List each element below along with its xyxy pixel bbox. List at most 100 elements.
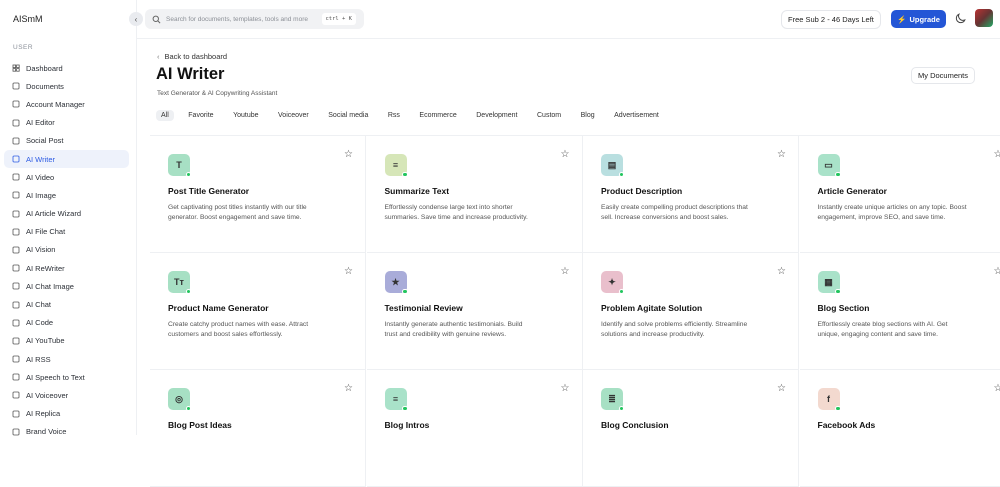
sidebar-item-label: AI Writer bbox=[26, 155, 55, 164]
template-card[interactable]: f☆Facebook Ads bbox=[800, 370, 1000, 487]
template-card[interactable]: ✦☆Problem Agitate SolutionIdentify and s… bbox=[583, 253, 799, 370]
avatar[interactable] bbox=[975, 9, 993, 27]
filter-tab-custom[interactable]: Custom bbox=[532, 110, 566, 121]
sidebar-item-ai-code[interactable]: AI Code bbox=[4, 314, 129, 332]
template-card[interactable]: T☆Post Title GeneratorGet captivating po… bbox=[150, 136, 366, 253]
search-shortcut: ctrl + K bbox=[322, 13, 357, 25]
sidebar-item-label: Social Post bbox=[26, 136, 64, 145]
sidebar-item-ai-replica[interactable]: AI Replica bbox=[4, 405, 129, 423]
template-card[interactable]: ▤☆Product DescriptionEasily create compe… bbox=[583, 136, 799, 253]
filter-tab-advertisement[interactable]: Advertisement bbox=[609, 110, 664, 121]
filter-tab-blog[interactable]: Blog bbox=[576, 110, 600, 121]
sidebar-item-label: AI Code bbox=[26, 318, 53, 327]
sidebar-item-label: AI Voiceover bbox=[26, 391, 68, 400]
card-title: Blog Intros bbox=[385, 420, 430, 430]
template-card[interactable]: ◎☆Blog Post Ideas bbox=[150, 370, 366, 487]
search-bar[interactable]: Search for documents, templates, tools a… bbox=[145, 9, 364, 29]
favorite-star-icon[interactable]: ☆ bbox=[777, 266, 786, 277]
template-card[interactable]: ≣☆Blog Conclusion bbox=[583, 370, 799, 487]
youtube-icon bbox=[12, 337, 20, 345]
sidebar-item-ai-speech-to-text[interactable]: AI Speech to Text bbox=[4, 368, 129, 386]
favorite-star-icon[interactable]: ☆ bbox=[994, 266, 1000, 277]
favorite-star-icon[interactable]: ☆ bbox=[344, 149, 353, 160]
card-title: Blog Post Ideas bbox=[168, 420, 232, 430]
template-card[interactable]: ▭☆Article GeneratorInstantly create uniq… bbox=[800, 136, 1000, 253]
vision-icon bbox=[12, 246, 20, 254]
file-icon: ▤ bbox=[601, 154, 623, 176]
layout-icon: ▦ bbox=[818, 271, 840, 293]
replica-icon bbox=[12, 410, 20, 418]
filter-tab-voiceover[interactable]: Voiceover bbox=[273, 110, 314, 121]
app-logo[interactable]: AISmM bbox=[13, 14, 43, 24]
status-dot bbox=[835, 406, 841, 412]
sidebar-item-account-manager[interactable]: Account Manager bbox=[4, 95, 129, 113]
sidebar-item-ai-voiceover[interactable]: AI Voiceover bbox=[4, 386, 129, 404]
search-input[interactable]: Search for documents, templates, tools a… bbox=[166, 16, 308, 23]
sidebar-item-ai-youtube[interactable]: AI YouTube bbox=[4, 332, 129, 350]
sidebar-item-ai-chat-image[interactable]: AI Chat Image bbox=[4, 277, 129, 295]
sidebar-item-ai-vision[interactable]: AI Vision bbox=[4, 241, 129, 259]
sidebar-item-ai-chat[interactable]: AI Chat bbox=[4, 295, 129, 313]
favorite-star-icon[interactable]: ☆ bbox=[561, 383, 570, 394]
filter-tab-development[interactable]: Development bbox=[471, 110, 522, 121]
back-to-dashboard-link[interactable]: ‹Back to dashboard bbox=[157, 52, 227, 61]
sidebar-section-label: USER bbox=[13, 44, 33, 51]
search-icon bbox=[152, 15, 161, 24]
sidebar-item-ai-file-chat[interactable]: AI File Chat bbox=[4, 223, 129, 241]
filter-tab-all[interactable]: All bbox=[156, 110, 174, 121]
template-grid: T☆Post Title GeneratorGet captivating po… bbox=[150, 135, 1000, 435]
sidebar-item-ai-video[interactable]: AI Video bbox=[4, 168, 129, 186]
filter-tab-social-media[interactable]: Social media bbox=[323, 110, 373, 121]
card-title: Article Generator bbox=[818, 186, 887, 196]
star-icon: ★ bbox=[385, 271, 407, 293]
template-card[interactable]: ▦☆Blog SectionEffortlessly create blog s… bbox=[800, 253, 1000, 370]
image-icon bbox=[12, 191, 20, 199]
favorite-star-icon[interactable]: ☆ bbox=[561, 266, 570, 277]
card-icon-glyph: ≡ bbox=[393, 394, 398, 404]
template-card[interactable]: ≡ ☆ Blog Intros bbox=[367, 370, 583, 487]
sidebar-item-documents[interactable]: Documents bbox=[4, 77, 129, 95]
moon-icon[interactable] bbox=[955, 12, 967, 24]
sidebar-item-ai-rewriter[interactable]: AI ReWriter bbox=[4, 259, 129, 277]
favorite-star-icon[interactable]: ☆ bbox=[561, 149, 570, 160]
sidebar-item-ai-editor[interactable]: AI Editor bbox=[4, 114, 129, 132]
filter-tab-ecommerce[interactable]: Ecommerce bbox=[414, 110, 461, 121]
filter-tab-youtube[interactable]: Youtube bbox=[228, 110, 263, 121]
upgrade-button[interactable]: ⚡Upgrade bbox=[891, 10, 946, 28]
sidebar-nav: DashboardDocumentsAccount ManagerAI Edit… bbox=[0, 59, 137, 441]
align-center-icon: ≣ bbox=[601, 388, 623, 410]
grid-icon bbox=[12, 64, 20, 72]
favorite-star-icon[interactable]: ☆ bbox=[777, 149, 786, 160]
filter-tab-rss[interactable]: Rss bbox=[383, 110, 405, 121]
align-icon: ≡ bbox=[385, 388, 407, 410]
sidebar-item-ai-rss[interactable]: AI RSS bbox=[4, 350, 129, 368]
sidebar-item-ai-writer[interactable]: AI Writer bbox=[4, 150, 129, 168]
lightning-icon: ⚡ bbox=[897, 15, 906, 24]
status-dot bbox=[402, 289, 408, 295]
sidebar-item-ai-article-wizard[interactable]: AI Article Wizard bbox=[4, 205, 129, 223]
sidebar-item-brand-voice[interactable]: Brand Voice bbox=[4, 423, 129, 441]
favorite-star-icon[interactable]: ☆ bbox=[994, 149, 1000, 160]
collapse-sidebar-button[interactable]: ‹ bbox=[129, 12, 143, 26]
sidebar-item-label: AI Video bbox=[26, 173, 54, 182]
filter-tab-favorite[interactable]: Favorite bbox=[183, 110, 218, 121]
card-icon-glyph: ≣ bbox=[608, 394, 616, 405]
text-icon: T bbox=[168, 154, 190, 176]
subscription-status[interactable]: Free Sub 2 - 46 Days Left bbox=[781, 10, 881, 29]
sidebar-item-dashboard[interactable]: Dashboard bbox=[4, 59, 129, 77]
card-icon-glyph: T bbox=[176, 160, 182, 170]
template-card[interactable]: Tт☆Product Name GeneratorCreate catchy p… bbox=[150, 253, 366, 370]
my-documents-button[interactable]: My Documents bbox=[911, 67, 975, 84]
status-dot bbox=[619, 172, 625, 178]
favorite-star-icon[interactable]: ☆ bbox=[994, 383, 1000, 394]
favorite-star-icon[interactable]: ☆ bbox=[344, 266, 353, 277]
sidebar-item-social-post[interactable]: Social Post bbox=[4, 132, 129, 150]
sidebar-item-ai-image[interactable]: AI Image bbox=[4, 186, 129, 204]
template-card[interactable]: ★☆Testimonial ReviewInstantly generate a… bbox=[367, 253, 583, 370]
favorite-star-icon[interactable]: ☆ bbox=[344, 383, 353, 394]
card-icon-glyph: ✦ bbox=[608, 277, 616, 288]
status-dot bbox=[835, 172, 841, 178]
archive-icon bbox=[12, 82, 20, 90]
template-card[interactable]: ≡☆Summarize TextEffortlessly condense la… bbox=[367, 136, 583, 253]
favorite-star-icon[interactable]: ☆ bbox=[777, 383, 786, 394]
